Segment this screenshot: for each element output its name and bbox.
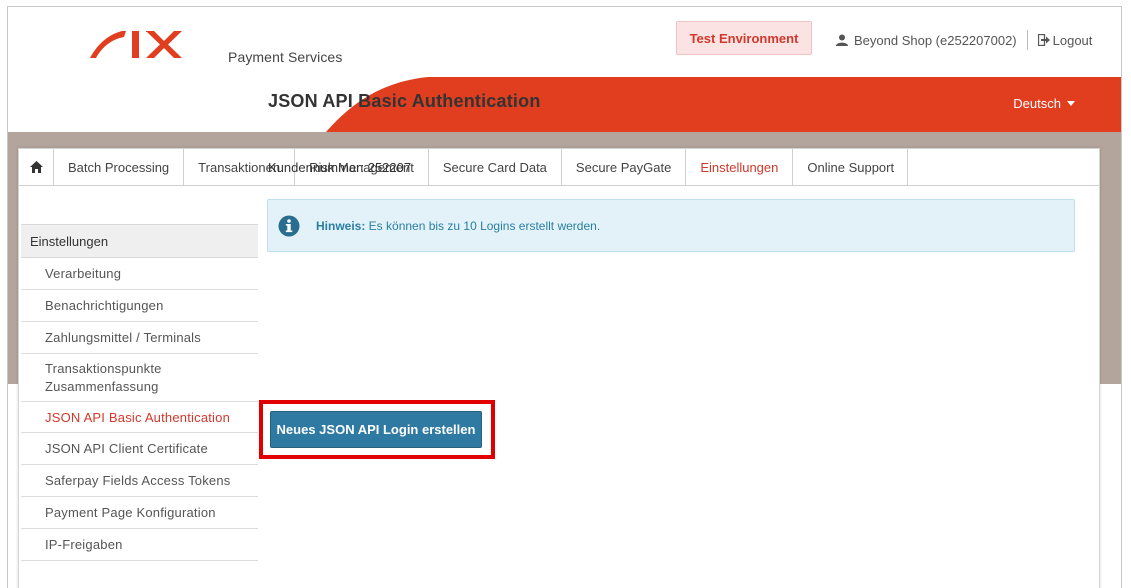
- page-title: JSON API Basic Authentication: [268, 91, 541, 111]
- sidebar-item-verarbeitung[interactable]: Verarbeitung: [21, 258, 258, 290]
- environment-badge: Test Environment: [676, 21, 812, 55]
- customer-number: Kundennummer: 252207: [268, 160, 412, 175]
- tab-home[interactable]: [19, 149, 54, 185]
- note-label: Hinweis:: [316, 218, 366, 233]
- user-name[interactable]: Beyond Shop (e252207002): [854, 33, 1017, 48]
- note-text: Hinweis: Es können bis zu 10 Logins erst…: [316, 219, 600, 233]
- info-icon: [278, 215, 300, 236]
- tab-secure-card-data[interactable]: Secure Card Data: [428, 149, 562, 185]
- logout-icon: [1037, 34, 1050, 46]
- brand-band: [8, 77, 1121, 132]
- sidebar-item-zahlungsmittel[interactable]: Zahlungsmittel / Terminals: [21, 322, 258, 354]
- info-note: Hinweis: Es können bis zu 10 Logins erst…: [267, 199, 1075, 252]
- sidebar-item-json-api-basic-auth[interactable]: JSON API Basic Authentication: [21, 402, 258, 433]
- tab-online-support[interactable]: Online Support: [793, 149, 909, 185]
- divider: [1026, 30, 1028, 50]
- sidebar-heading[interactable]: Einstellungen: [21, 224, 258, 258]
- sidebar-item-payment-page[interactable]: Payment Page Konfiguration: [21, 497, 258, 529]
- sidebar-item-transaktionspunkte[interactable]: Transaktionspunkte Zusammenfassung: [21, 354, 258, 402]
- sidebar: Einstellungen Verarbeitung Benachrichtig…: [21, 224, 258, 561]
- sidebar-item-benachrichtigungen[interactable]: Benachrichtigungen: [21, 290, 258, 322]
- tab-batch-processing[interactable]: Batch Processing: [54, 149, 185, 185]
- app-frame: Payment Services Test Environment Beyond…: [7, 6, 1122, 588]
- header: Payment Services Test Environment Beyond…: [8, 7, 1121, 77]
- sidebar-item-ip-freigaben[interactable]: IP-Freigaben: [21, 529, 258, 561]
- tab-secure-paygate[interactable]: Secure PayGate: [561, 149, 687, 185]
- note-message: Es können bis zu 10 Logins erstellt werd…: [365, 218, 601, 233]
- chevron-down-icon: [1067, 101, 1075, 106]
- sidebar-item-saferpay-fields[interactable]: Saferpay Fields Access Tokens: [21, 465, 258, 497]
- home-icon: [29, 161, 43, 173]
- language-selector[interactable]: Deutsch: [1013, 96, 1075, 111]
- create-json-api-login-button[interactable]: Neues JSON API Login erstellen: [270, 411, 482, 448]
- logout-label: Logout: [1052, 32, 1093, 48]
- logout-link[interactable]: Logout: [1037, 32, 1093, 48]
- brand-subtitle: Payment Services: [228, 49, 343, 65]
- user-area: Beyond Shop (e252207002) Logout: [836, 30, 1092, 50]
- main-nav: Batch Processing Transaktionen Risk Mana…: [19, 149, 1099, 186]
- language-label: Deutsch: [1013, 96, 1061, 111]
- six-logo: [90, 31, 182, 58]
- tab-einstellungen[interactable]: Einstellungen: [686, 149, 794, 185]
- sidebar-item-json-api-client-certificate[interactable]: JSON API Client Certificate: [21, 433, 258, 465]
- user-icon: [836, 34, 848, 46]
